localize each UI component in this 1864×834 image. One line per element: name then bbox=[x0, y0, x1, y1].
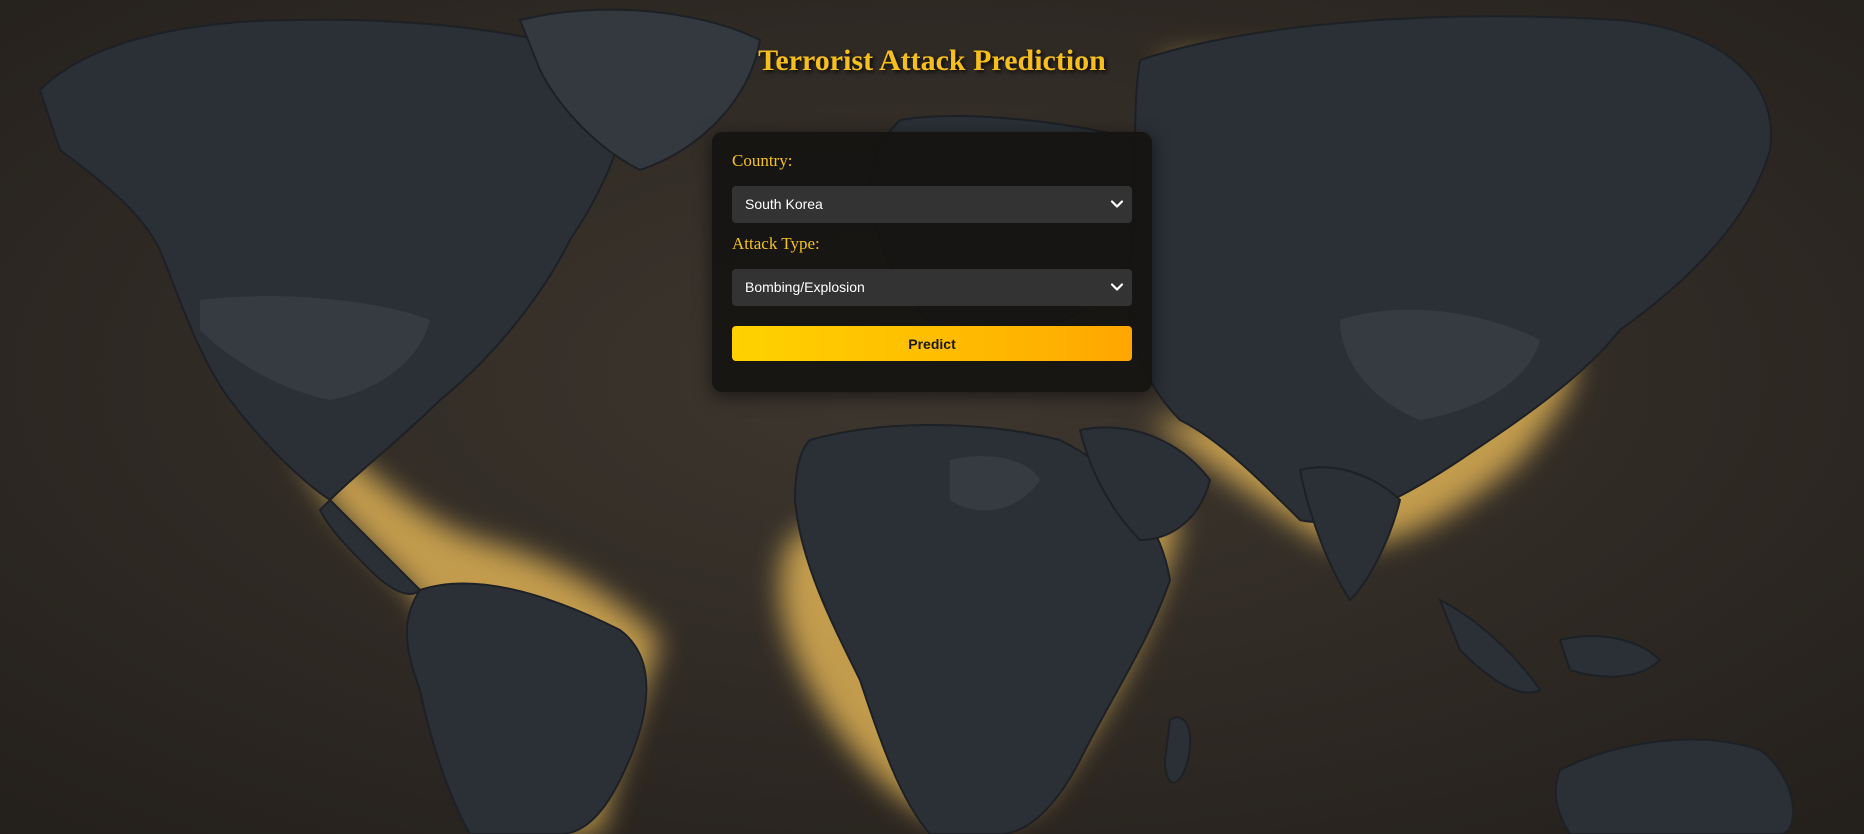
country-label: Country: bbox=[732, 151, 793, 170]
chevron-down-icon bbox=[1110, 200, 1124, 208]
country-select[interactable]: South Korea bbox=[732, 186, 1132, 223]
page-title: Terrorist Attack Prediction bbox=[758, 44, 1106, 77]
world-map-background bbox=[0, 0, 1864, 834]
predict-button[interactable]: Predict bbox=[732, 326, 1132, 361]
prediction-form: Country: South Korea Attack Type: Bombin… bbox=[712, 132, 1152, 392]
chevron-down-icon bbox=[1110, 283, 1124, 291]
country-select-value: South Korea bbox=[745, 196, 823, 212]
attack-type-select[interactable]: Bombing/Explosion bbox=[732, 269, 1132, 306]
attack-type-label: Attack Type: bbox=[732, 234, 820, 253]
attack-type-select-value: Bombing/Explosion bbox=[745, 279, 865, 295]
